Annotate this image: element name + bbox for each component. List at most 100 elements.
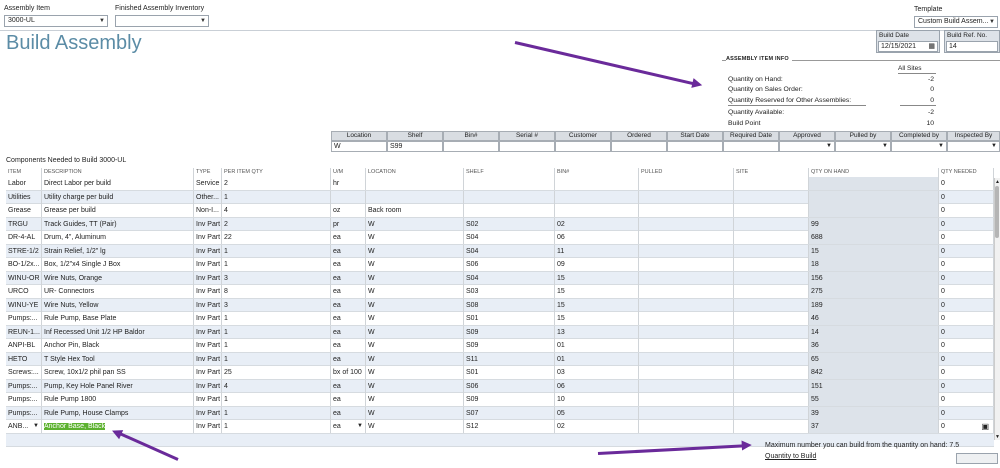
table-cell[interactable]: 65: [809, 352, 939, 366]
table-cell[interactable]: [639, 312, 734, 325]
table-cell[interactable]: pr: [331, 217, 366, 231]
assembly-item-dropdown[interactable]: 3000-UL ▼: [4, 15, 108, 27]
table-cell[interactable]: Back room: [366, 204, 464, 217]
table-cell[interactable]: 05: [555, 406, 639, 420]
table-cell[interactable]: ANPI-BL: [6, 339, 42, 352]
table-cell[interactable]: 0: [939, 217, 994, 231]
field-input[interactable]: W: [331, 141, 387, 152]
table-cell[interactable]: Inv Part: [194, 393, 222, 406]
table-cell[interactable]: Strain Relief, 1/2" lg: [42, 244, 194, 258]
table-cell[interactable]: Inv Part: [194, 285, 222, 298]
table-cell[interactable]: 14: [809, 325, 939, 339]
table-cell[interactable]: [734, 217, 809, 231]
table-row[interactable]: HETO T Style Hex Tool Inv Part 1 ea W S11 01 65 0: [6, 352, 994, 366]
table-cell[interactable]: Inv Part: [194, 366, 222, 379]
table-cell[interactable]: ea: [331, 352, 366, 366]
table-cell[interactable]: S04: [464, 231, 555, 244]
table-cell[interactable]: 4: [222, 204, 331, 217]
qty-to-build-input[interactable]: [956, 453, 998, 464]
table-cell[interactable]: 0: [939, 406, 994, 420]
table-cell[interactable]: Pumps:...: [6, 393, 42, 406]
table-cell[interactable]: [734, 204, 809, 217]
table-cell[interactable]: 1: [222, 420, 331, 433]
table-row[interactable]: STRE-1/2 Strain Relief, 1/2" lg Inv Part 1 e…: [6, 244, 994, 258]
table-cell[interactable]: [809, 190, 939, 204]
row-action-icon[interactable]: ▣: [981, 420, 989, 433]
table-row[interactable]: Utilities Utility charge per build Other..…: [6, 190, 994, 204]
table-cell[interactable]: 0: [939, 325, 994, 339]
table-cell[interactable]: bx of 100: [331, 366, 366, 379]
column-header[interactable]: ITEM: [6, 168, 42, 177]
field-input[interactable]: ▼: [891, 141, 947, 152]
table-cell[interactable]: ea: [331, 258, 366, 271]
table-cell[interactable]: Inv Part: [194, 258, 222, 271]
column-header[interactable]: QTY NEEDED: [939, 168, 994, 177]
table-cell[interactable]: 0: [939, 285, 994, 298]
table-cell[interactable]: [734, 325, 809, 339]
table-row[interactable]: Pumps:... Rule Pump, House Clamps Inv Part…: [6, 406, 994, 420]
table-cell[interactable]: Inv Part: [194, 420, 222, 433]
table-cell[interactable]: [809, 177, 939, 190]
column-header[interactable]: SHELF: [464, 168, 555, 177]
table-cell[interactable]: 18: [809, 258, 939, 271]
table-cell[interactable]: REUN-1...: [6, 325, 42, 339]
chevron-down-icon[interactable]: ▼: [357, 420, 363, 433]
table-cell[interactable]: Rule Pump, House Clamps: [42, 406, 194, 420]
table-cell[interactable]: [734, 352, 809, 366]
table-cell[interactable]: Non-I...: [194, 204, 222, 217]
table-cell[interactable]: Inv Part: [194, 406, 222, 420]
table-cell[interactable]: 0: [939, 366, 994, 379]
table-cell[interactable]: W: [366, 244, 464, 258]
table-row[interactable]: Screws:... Screw, 10x1/2 phil pan SS Inv P…: [6, 366, 994, 380]
table-row[interactable]: Pumps:... Rule Pump 1800 Inv Part 1 ea W S09 10…: [6, 393, 994, 407]
table-cell[interactable]: [639, 217, 734, 231]
table-cell[interactable]: 842: [809, 366, 939, 379]
table-cell[interactable]: [366, 190, 464, 204]
table-cell[interactable]: 37: [809, 420, 939, 433]
table-cell[interactable]: [331, 190, 366, 204]
table-cell[interactable]: [639, 177, 734, 190]
table-cell[interactable]: 0: [939, 379, 994, 393]
table-cell[interactable]: ea: [331, 271, 366, 285]
table-cell[interactable]: Box, 1/2"x4 Single J Box: [42, 258, 194, 271]
table-cell[interactable]: Inv Part: [194, 312, 222, 325]
table-cell[interactable]: 15: [555, 285, 639, 298]
table-row[interactable]: Labor Direct Labor per build Service 2 hr 0: [6, 177, 994, 191]
table-cell[interactable]: 0: [939, 271, 994, 285]
table-cell[interactable]: [639, 271, 734, 285]
table-row[interactable]: WINU-OR Wire Nuts, Orange Inv Part 3 ea W S04 1…: [6, 271, 994, 285]
table-cell[interactable]: S04: [464, 244, 555, 258]
build-date-field[interactable]: 12/15/2021 ▦: [878, 41, 938, 52]
table-cell[interactable]: 0: [939, 204, 994, 217]
field-input[interactable]: [667, 141, 723, 152]
table-cell[interactable]: 10: [555, 393, 639, 406]
table-cell[interactable]: Other...: [194, 190, 222, 204]
table-cell[interactable]: 03: [555, 366, 639, 379]
table-cell[interactable]: 0: [939, 393, 994, 406]
table-row[interactable]: URCO UR- Connectors Inv Part 8 ea W S03 15 275 0: [6, 285, 994, 299]
table-cell[interactable]: Inv Part: [194, 271, 222, 285]
table-cell[interactable]: Rule Pump, Base Plate: [42, 312, 194, 325]
table-cell[interactable]: Wire Nuts, Yellow: [42, 298, 194, 312]
table-cell[interactable]: 55: [809, 393, 939, 406]
table-cell[interactable]: [639, 325, 734, 339]
table-cell[interactable]: [734, 379, 809, 393]
table-cell[interactable]: 1: [222, 325, 331, 339]
table-cell[interactable]: S02: [464, 217, 555, 231]
column-header[interactable]: SITE: [734, 168, 809, 177]
table-cell[interactable]: [734, 366, 809, 379]
table-row[interactable]: ANPI-BL Anchor Pin, Black Inv Part 1 ea W S09 0…: [6, 339, 994, 353]
table-cell[interactable]: [734, 190, 809, 204]
table-cell[interactable]: DR-4-AL: [6, 231, 42, 244]
table-cell[interactable]: Labor: [6, 177, 42, 190]
table-row[interactable]: WINU-YE Wire Nuts, Yellow Inv Part 3 ea W S08 1…: [6, 298, 994, 312]
table-cell[interactable]: ea: [331, 379, 366, 393]
table-cell[interactable]: Service: [194, 177, 222, 190]
field-input[interactable]: S99: [387, 141, 443, 152]
table-cell[interactable]: [734, 244, 809, 258]
table-cell[interactable]: [809, 204, 939, 217]
table-cell[interactable]: Track Guides, TT (Pair): [42, 217, 194, 231]
table-cell[interactable]: WINU-OR: [6, 271, 42, 285]
table-cell[interactable]: Anchor Pin, Black: [42, 339, 194, 352]
table-cell[interactable]: 99: [809, 217, 939, 231]
